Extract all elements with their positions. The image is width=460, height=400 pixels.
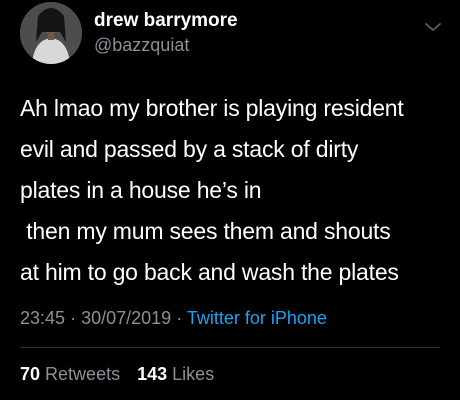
tweet-card: drew barrymore @bazzquiat Ah lmao my bro… xyxy=(0,0,460,400)
avatar-image xyxy=(20,2,82,64)
likes-count: 143 xyxy=(137,364,168,384)
tweet-time: 23:45 xyxy=(20,308,66,328)
likes-stat[interactable]: 143 Likes xyxy=(137,364,214,384)
retweets-count: 70 xyxy=(20,364,41,384)
meta-separator: · xyxy=(70,308,77,328)
tweet-stats: 70 Retweets 143 Likes xyxy=(20,364,226,385)
tweet-source-link[interactable]: Twitter for iPhone xyxy=(187,308,327,328)
retweets-label: Retweets xyxy=(45,364,121,384)
display-name[interactable]: drew barrymore xyxy=(94,10,238,32)
tweet-date: 30/07/2019 xyxy=(81,308,172,328)
chevron-down-icon[interactable] xyxy=(424,20,442,34)
user-handle[interactable]: @bazzquiat xyxy=(94,35,189,56)
likes-label: Likes xyxy=(172,364,215,384)
divider xyxy=(20,347,440,348)
meta-separator: · xyxy=(176,308,183,328)
tweet-meta: 23:45 · 30/07/2019 · Twitter for iPhone xyxy=(20,308,327,329)
retweets-stat[interactable]: 70 Retweets xyxy=(20,364,120,384)
tweet-text: Ah lmao my brother is playing resident e… xyxy=(20,95,404,285)
avatar[interactable] xyxy=(20,2,82,64)
